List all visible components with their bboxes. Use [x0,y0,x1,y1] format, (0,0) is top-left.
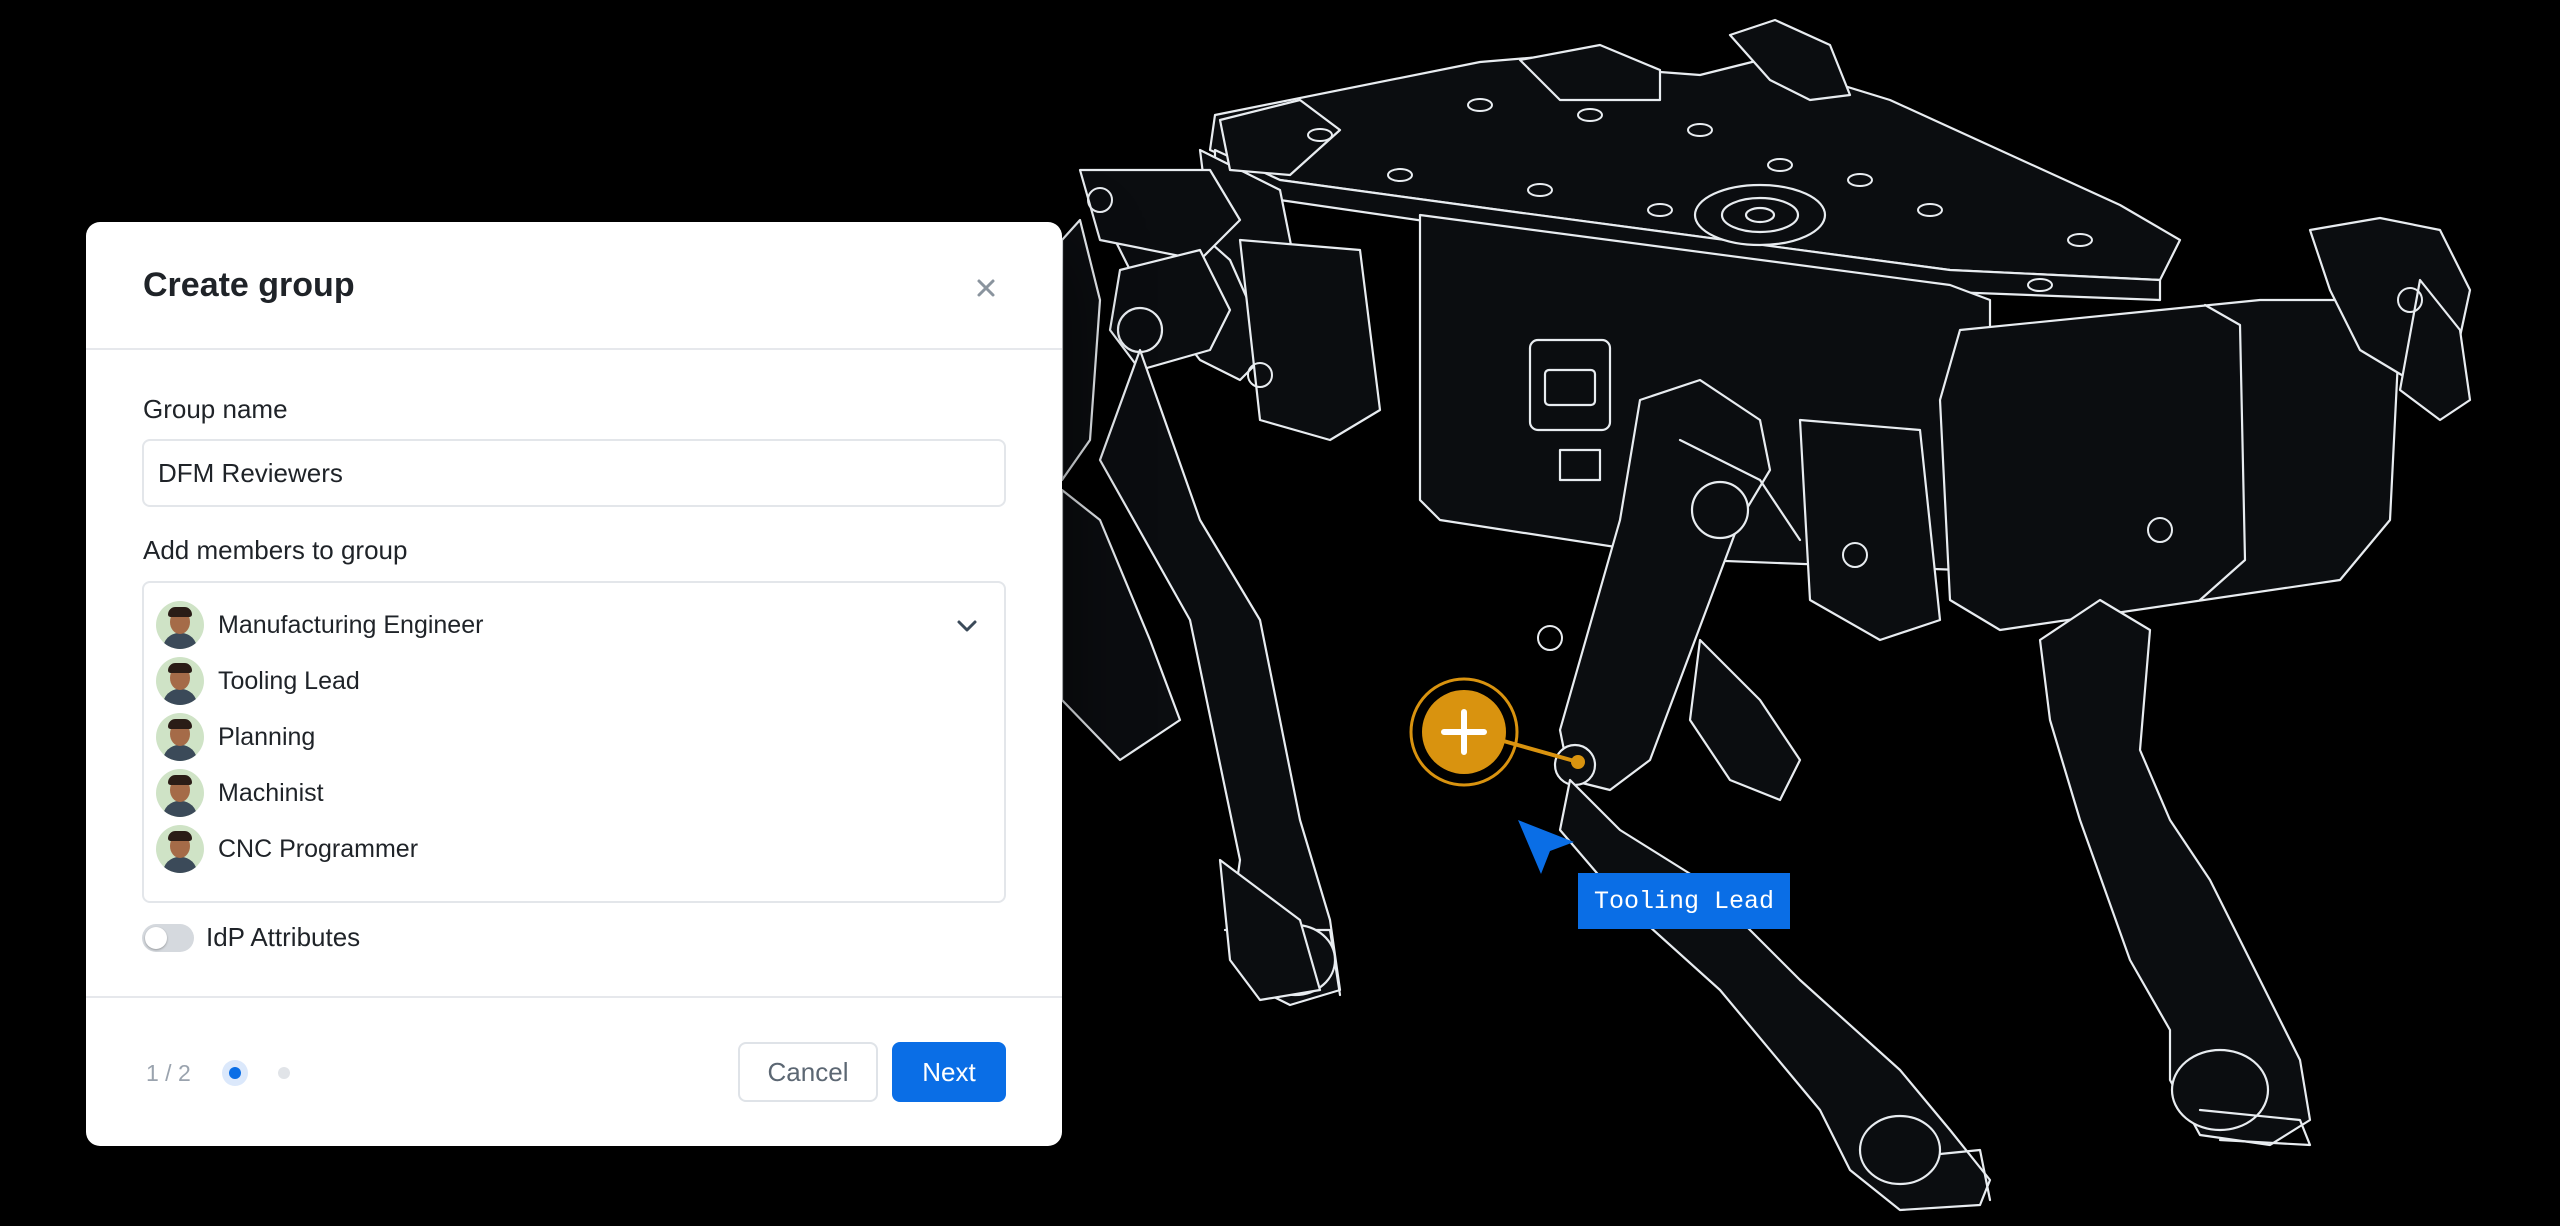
member-item[interactable]: Manufacturing Engineer [156,600,483,650]
member-name: Tooling Lead [218,666,360,695]
dialog-header: Create group [86,222,1062,350]
step-dot-active[interactable] [222,1060,248,1086]
members-select[interactable]: Manufacturing Engineer Tooling Lead Plan… [142,581,1006,903]
member-item[interactable]: CNC Programmer [156,824,418,874]
member-name: Manufacturing Engineer [218,610,484,639]
avatar [156,713,204,761]
chevron-down-icon[interactable] [952,611,982,641]
group-name-label: Group name [143,394,288,424]
avatar [156,601,204,649]
member-name: Planning [218,722,316,751]
members-label: Add members to group [143,535,408,565]
next-button[interactable]: Next [892,1042,1006,1102]
avatar [156,825,204,873]
member-item[interactable]: Machinist [156,768,324,818]
close-icon [977,279,995,297]
cancel-button[interactable]: Cancel [738,1042,878,1102]
step-dot-inactive[interactable] [278,1067,290,1079]
member-item[interactable]: Planning [156,712,315,762]
close-button[interactable] [966,268,1006,308]
front-head [1938,298,2402,632]
member-item[interactable]: Tooling Lead [156,656,360,706]
page-indicator: 1 / 2 [146,1060,191,1086]
group-name-input[interactable] [142,439,1006,507]
dialog-footer: 1 / 2 Cancel Next [86,996,1062,1146]
create-group-dialog: Create group Group name Add members to g… [86,222,1062,1146]
avatar [156,657,204,705]
dialog-title: Create group [143,266,355,304]
idp-attributes-toggle[interactable] [142,924,194,952]
tooltip-tag: Tooling Lead [1578,873,1790,929]
avatar [156,769,204,817]
idp-attributes-label: IdP Attributes [206,922,361,952]
member-name: Machinist [218,778,324,807]
member-name: CNC Programmer [218,834,419,863]
